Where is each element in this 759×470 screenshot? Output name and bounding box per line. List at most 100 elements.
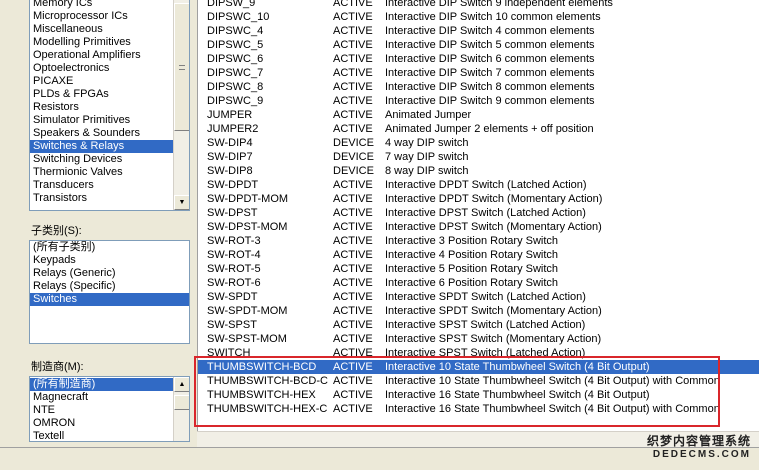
result-row[interactable]: DIPSWC_6 ACTIVE Interactive DIP Switch 6 c…	[198, 52, 759, 66]
category-item[interactable]: Transducers	[30, 179, 173, 192]
subcategory-item[interactable]: Relays (Generic)	[30, 267, 189, 280]
result-row[interactable]: SW-ROT-5 ACTIVE Interactive 5 Position Rot…	[198, 262, 759, 276]
result-row[interactable]: SWITCH ACTIVE Interactive SPST Switch (Lat…	[198, 346, 759, 360]
result-description: Interactive DPST Switch (Latched Action)	[385, 207, 586, 219]
result-library: ACTIVE	[333, 263, 373, 275]
result-row[interactable]: SW-SPDT ACTIVE Interactive SPDT Switch (La…	[198, 290, 759, 304]
category-item[interactable]: Transistors	[30, 192, 173, 205]
result-row[interactable]: SW-DIP8 DEVICE 8 way DIP switch	[198, 164, 759, 178]
category-item[interactable]: Resistors	[30, 101, 173, 114]
result-row[interactable]: SW-ROT-4 ACTIVE Interactive 4 Position Rot…	[198, 248, 759, 262]
category-item[interactable]: Switches & Relays	[30, 140, 173, 153]
category-item[interactable]: Operational Amplifiers	[30, 49, 173, 62]
category-scrollbar[interactable]: ▼	[173, 0, 189, 210]
result-library: ACTIVE	[333, 53, 373, 65]
result-device: SW-DPDT	[207, 179, 259, 191]
manufacturer-item[interactable]: NTE	[30, 404, 173, 417]
result-row[interactable]: THUMBSWITCH-HEX ACTIVE Interactive 16 Stat…	[198, 388, 759, 402]
result-device: DIPSWC_7	[207, 67, 264, 79]
result-description: Interactive 16 State Thumbwheel Switch (…	[385, 389, 650, 401]
result-device: SW-SPST-MOM	[207, 333, 287, 345]
category-item[interactable]: Speakers & Sounders	[30, 127, 173, 140]
category-item[interactable]: Memory ICs	[30, 0, 173, 10]
result-row[interactable]: DIPSWC_9 ACTIVE Interactive DIP Switch 9 c…	[198, 94, 759, 108]
result-row[interactable]: JUMPER ACTIVE Animated Jumper	[198, 108, 759, 122]
result-row[interactable]: DIPSWC_7 ACTIVE Interactive DIP Switch 7 c…	[198, 66, 759, 80]
result-library: ACTIVE	[333, 95, 373, 107]
result-description: Interactive SPDT Switch (Momentary Actio…	[385, 305, 602, 317]
category-list[interactable]: Memory ICs Microprocessor ICs Miscellaneou…	[29, 0, 190, 211]
category-scroll-thumb[interactable]	[174, 3, 189, 131]
category-item[interactable]: Thermionic Valves	[30, 166, 173, 179]
manufacturer-scroll-thumb[interactable]	[174, 395, 189, 410]
result-device: JUMPER	[207, 109, 253, 121]
result-library: ACTIVE	[333, 39, 373, 51]
result-library: ACTIVE	[333, 179, 373, 191]
category-item[interactable]: Miscellaneous	[30, 23, 173, 36]
result-row[interactable]: SW-DPDT-MOM ACTIVE Interactive DPDT Switch…	[198, 192, 759, 206]
result-row[interactable]: SW-DPST ACTIVE Interactive DPST Switch (La…	[198, 206, 759, 220]
category-item[interactable]: Microprocessor ICs	[30, 10, 173, 23]
category-item[interactable]: Modelling Primitives	[30, 36, 173, 49]
result-row[interactable]: SW-DPST-MOM ACTIVE Interactive DPST Switch…	[198, 220, 759, 234]
result-library: DEVICE	[333, 165, 374, 177]
category-item[interactable]: PICAXE	[30, 75, 173, 88]
result-row[interactable]: SW-DPDT ACTIVE Interactive DPDT Switch (La…	[198, 178, 759, 192]
watermark-line2: DEDECMS.COM	[652, 449, 751, 460]
result-row[interactable]: THUMBSWITCH-HEX-C ACTIVE Interactive 16 St…	[198, 402, 759, 416]
result-row[interactable]: SW-DIP4 DEVICE 4 way DIP switch	[198, 136, 759, 150]
subcategory-list[interactable]: (所有子类别) Keypads Relays (Generic) Relays (Sp…	[29, 240, 190, 344]
category-item[interactable]: PLDs & FPGAs	[30, 88, 173, 101]
result-device: SW-DIP4	[207, 137, 253, 149]
manufacturer-item[interactable]: Magnecraft	[30, 391, 173, 404]
result-library: ACTIVE	[333, 305, 373, 317]
subcategory-item[interactable]: Keypads	[30, 254, 189, 267]
result-row[interactable]: SW-ROT-6 ACTIVE Interactive 6 Position Rot…	[198, 276, 759, 290]
result-row[interactable]: SW-DIP7 DEVICE 7 way DIP switch	[198, 150, 759, 164]
result-description: Interactive DIP Switch 6 common elements	[385, 53, 595, 65]
subcategory-item[interactable]: Switches	[30, 293, 189, 306]
subcategory-label: 子类别(S):	[31, 225, 82, 237]
result-library: ACTIVE	[333, 0, 373, 9]
subcategory-item[interactable]: Relays (Specific)	[30, 280, 189, 293]
result-row[interactable]: SW-ROT-3 ACTIVE Interactive 3 Position Rot…	[198, 234, 759, 248]
manufacturer-item[interactable]: OMRON	[30, 417, 173, 430]
result-description: Interactive DIP Switch 8 common elements	[385, 81, 595, 93]
result-row[interactable]: DIPSWC_4 ACTIVE Interactive DIP Switch 4 c…	[198, 24, 759, 38]
result-library: ACTIVE	[333, 277, 373, 289]
manufacturer-list[interactable]: (所有制造商) Magnecraft NTE OMRON Textell ▲	[29, 376, 190, 442]
result-row[interactable]: DIPSW_9 ACTIVE Interactive DIP Switch 9 in…	[198, 0, 759, 10]
result-library: ACTIVE	[333, 123, 373, 135]
scroll-up-icon[interactable]: ▲	[174, 377, 189, 392]
result-row[interactable]: SW-SPDT-MOM ACTIVE Interactive SPDT Switch…	[198, 304, 759, 318]
result-library: ACTIVE	[333, 221, 373, 233]
result-row[interactable]: DIPSWC_8 ACTIVE Interactive DIP Switch 8 c…	[198, 80, 759, 94]
result-library: ACTIVE	[333, 109, 373, 121]
category-item[interactable]: Optoelectronics	[30, 62, 173, 75]
result-description: Animated Jumper	[385, 109, 472, 121]
result-row[interactable]: DIPSWC_10 ACTIVE Interactive DIP Switch 10…	[198, 10, 759, 24]
manufacturer-scrollbar[interactable]: ▲	[173, 377, 189, 441]
results-list[interactable]: DIPSW_9 ACTIVE Interactive DIP Switch 9 in…	[197, 0, 759, 431]
result-row[interactable]: SW-SPST-MOM ACTIVE Interactive SPST Switch…	[198, 332, 759, 346]
result-device: DIPSWC_5	[207, 39, 264, 51]
result-device: THUMBSWITCH-HEX	[207, 389, 316, 401]
result-row[interactable]: THUMBSWITCH-BCD ACTIVE Interactive 10 Stat…	[198, 360, 759, 374]
manufacturer-item[interactable]: Textell	[30, 430, 173, 441]
result-device: DIPSWC_9	[207, 95, 264, 107]
result-row[interactable]: SW-SPST ACTIVE Interactive SPST Switch (La…	[198, 318, 759, 332]
scroll-down-icon[interactable]: ▼	[174, 195, 189, 210]
result-library: ACTIVE	[333, 11, 373, 23]
subcategory-item[interactable]: (所有子类别)	[30, 241, 189, 254]
result-device: JUMPER2	[207, 123, 259, 135]
result-row[interactable]: DIPSWC_5 ACTIVE Interactive DIP Switch 5 c…	[198, 38, 759, 52]
result-device: DIPSW_9	[207, 0, 256, 9]
category-item[interactable]: Switching Devices	[30, 153, 173, 166]
result-description: Interactive DIP Switch 9 independent ele…	[385, 0, 613, 9]
result-row[interactable]: THUMBSWITCH-BCD-C ACTIVE Interactive 10 St…	[198, 374, 759, 388]
result-description: Interactive SPST Switch (Latched Action)	[385, 319, 586, 331]
manufacturer-item[interactable]: (所有制造商)	[30, 378, 173, 391]
result-library: ACTIVE	[333, 333, 373, 345]
category-item[interactable]: Simulator Primitives	[30, 114, 173, 127]
result-row[interactable]: JUMPER2 ACTIVE Animated Jumper 2 elements …	[198, 122, 759, 136]
